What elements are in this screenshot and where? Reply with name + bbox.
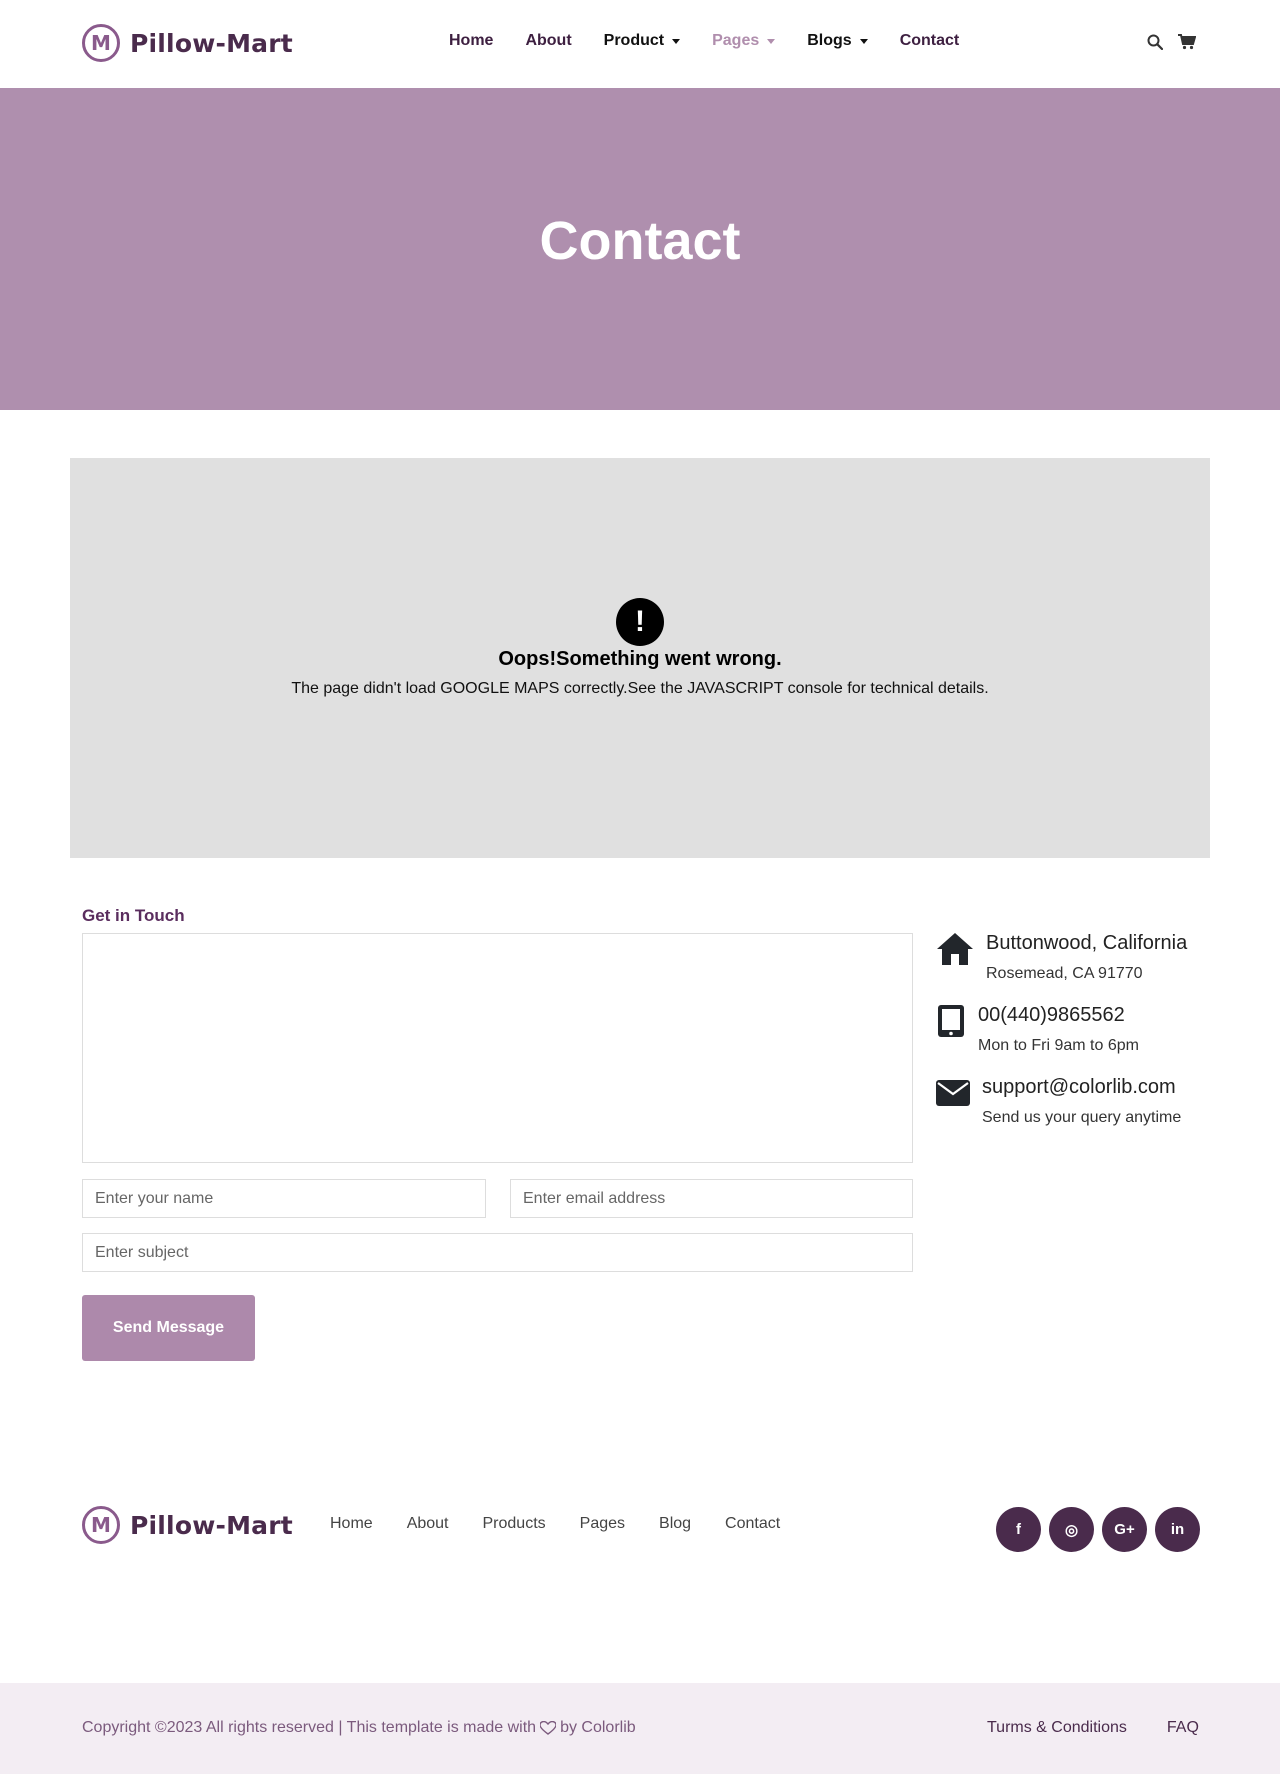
page-banner: Contact: [0, 88, 1280, 410]
footer-nav: Home About Products Pages Blog Contact: [330, 1515, 814, 1533]
nav-home[interactable]: Home: [449, 32, 493, 50]
cart-icon[interactable]: [1178, 33, 1196, 51]
form-heading: Get in Touch: [82, 906, 185, 925]
address-line2: Rosemead, CA 91770: [986, 965, 1143, 982]
nav-blogs[interactable]: Blogs: [807, 32, 868, 50]
phone-hours: Mon to Fri 9am to 6pm: [978, 1037, 1139, 1054]
contact-phone: 00(440)9865562 Mon to Fri 9am to 6pm: [936, 1004, 1139, 1055]
address-line1: Buttonwood, California: [986, 932, 1188, 954]
email-input[interactable]: [510, 1179, 913, 1218]
contact-address: Buttonwood, California Rosemead, CA 9177…: [936, 932, 1187, 983]
envelope-icon: [936, 1076, 970, 1127]
social-links: f ◎ G+ in: [996, 1507, 1208, 1552]
site-header: M Pillow-Mart Home About Product Pages B…: [0, 0, 1280, 88]
footer-nav-pages[interactable]: Pages: [580, 1515, 625, 1533]
search-icon[interactable]: [1146, 33, 1164, 51]
phone-number: 00(440)9865562: [978, 1004, 1125, 1026]
contact-email: support@colorlib.com Send us your query …: [936, 1076, 1181, 1127]
logo-mark-icon: M: [82, 24, 120, 62]
chevron-down-icon: [672, 38, 681, 44]
subject-input[interactable]: [82, 1233, 913, 1272]
brand-logo[interactable]: M Pillow-Mart: [82, 24, 293, 62]
copyright-prefix: Copyright ©2023 All rights reserved | Th…: [82, 1719, 537, 1736]
facebook-icon[interactable]: f: [996, 1507, 1041, 1552]
map-error-detail: The page didn't load GOOGLE MAPS correct…: [291, 680, 989, 697]
footer-brand-name: Pillow-Mart: [130, 1510, 293, 1540]
nav-about[interactable]: About: [525, 32, 571, 50]
nav-blogs-label: Blogs: [807, 32, 852, 49]
send-message-button[interactable]: Send Message: [82, 1295, 255, 1361]
brand-name: Pillow-Mart: [130, 28, 293, 58]
exclamation-icon: !: [616, 598, 664, 646]
nav-product[interactable]: Product: [603, 32, 681, 50]
footer-bottom-bar: Copyright ©2023 All rights reserved | Th…: [0, 1683, 1280, 1774]
footer-nav-blog[interactable]: Blog: [659, 1515, 691, 1533]
logo-mark-icon: M: [82, 1506, 120, 1544]
header-actions: [1146, 33, 1210, 51]
footer-logo[interactable]: M Pillow-Mart: [82, 1506, 293, 1544]
main-nav: Home About Product Pages Blogs Contact: [449, 32, 991, 50]
map-container: ! Oops!Something went wrong. The page di…: [70, 458, 1210, 858]
faq-link[interactable]: FAQ: [1167, 1719, 1199, 1737]
email-address: support@colorlib.com: [982, 1076, 1176, 1098]
copyright-suffix[interactable]: by Colorlib: [560, 1719, 636, 1737]
home-icon: [936, 932, 974, 983]
chevron-down-icon: [859, 38, 868, 44]
footer-bottom-links: Turms & Conditions FAQ: [987, 1719, 1239, 1737]
nav-contact[interactable]: Contact: [900, 32, 960, 50]
email-note: Send us your query anytime: [982, 1109, 1182, 1126]
footer-nav-products[interactable]: Products: [483, 1515, 546, 1533]
google-plus-icon[interactable]: G+: [1102, 1507, 1147, 1552]
heart-icon: [540, 1721, 557, 1735]
footer-nav-contact[interactable]: Contact: [725, 1515, 780, 1533]
instagram-icon[interactable]: ◎: [1049, 1507, 1094, 1552]
chevron-down-icon: [767, 38, 776, 44]
footer-nav-home[interactable]: Home: [330, 1515, 373, 1533]
nav-product-label: Product: [603, 32, 665, 49]
message-textarea[interactable]: [82, 933, 913, 1163]
copyright: Copyright ©2023 All rights reserved | Th…: [82, 1719, 636, 1737]
terms-link[interactable]: Turms & Conditions: [987, 1719, 1127, 1737]
nav-pages[interactable]: Pages: [712, 32, 776, 50]
page-title: Contact: [539, 211, 741, 271]
nav-pages-label: Pages: [712, 32, 760, 49]
tablet-icon: [936, 1004, 966, 1055]
name-input[interactable]: [82, 1179, 486, 1218]
footer-nav-about[interactable]: About: [407, 1515, 449, 1533]
map-error-title: Oops!Something went wrong.: [498, 648, 782, 670]
linkedin-icon[interactable]: in: [1155, 1507, 1200, 1552]
